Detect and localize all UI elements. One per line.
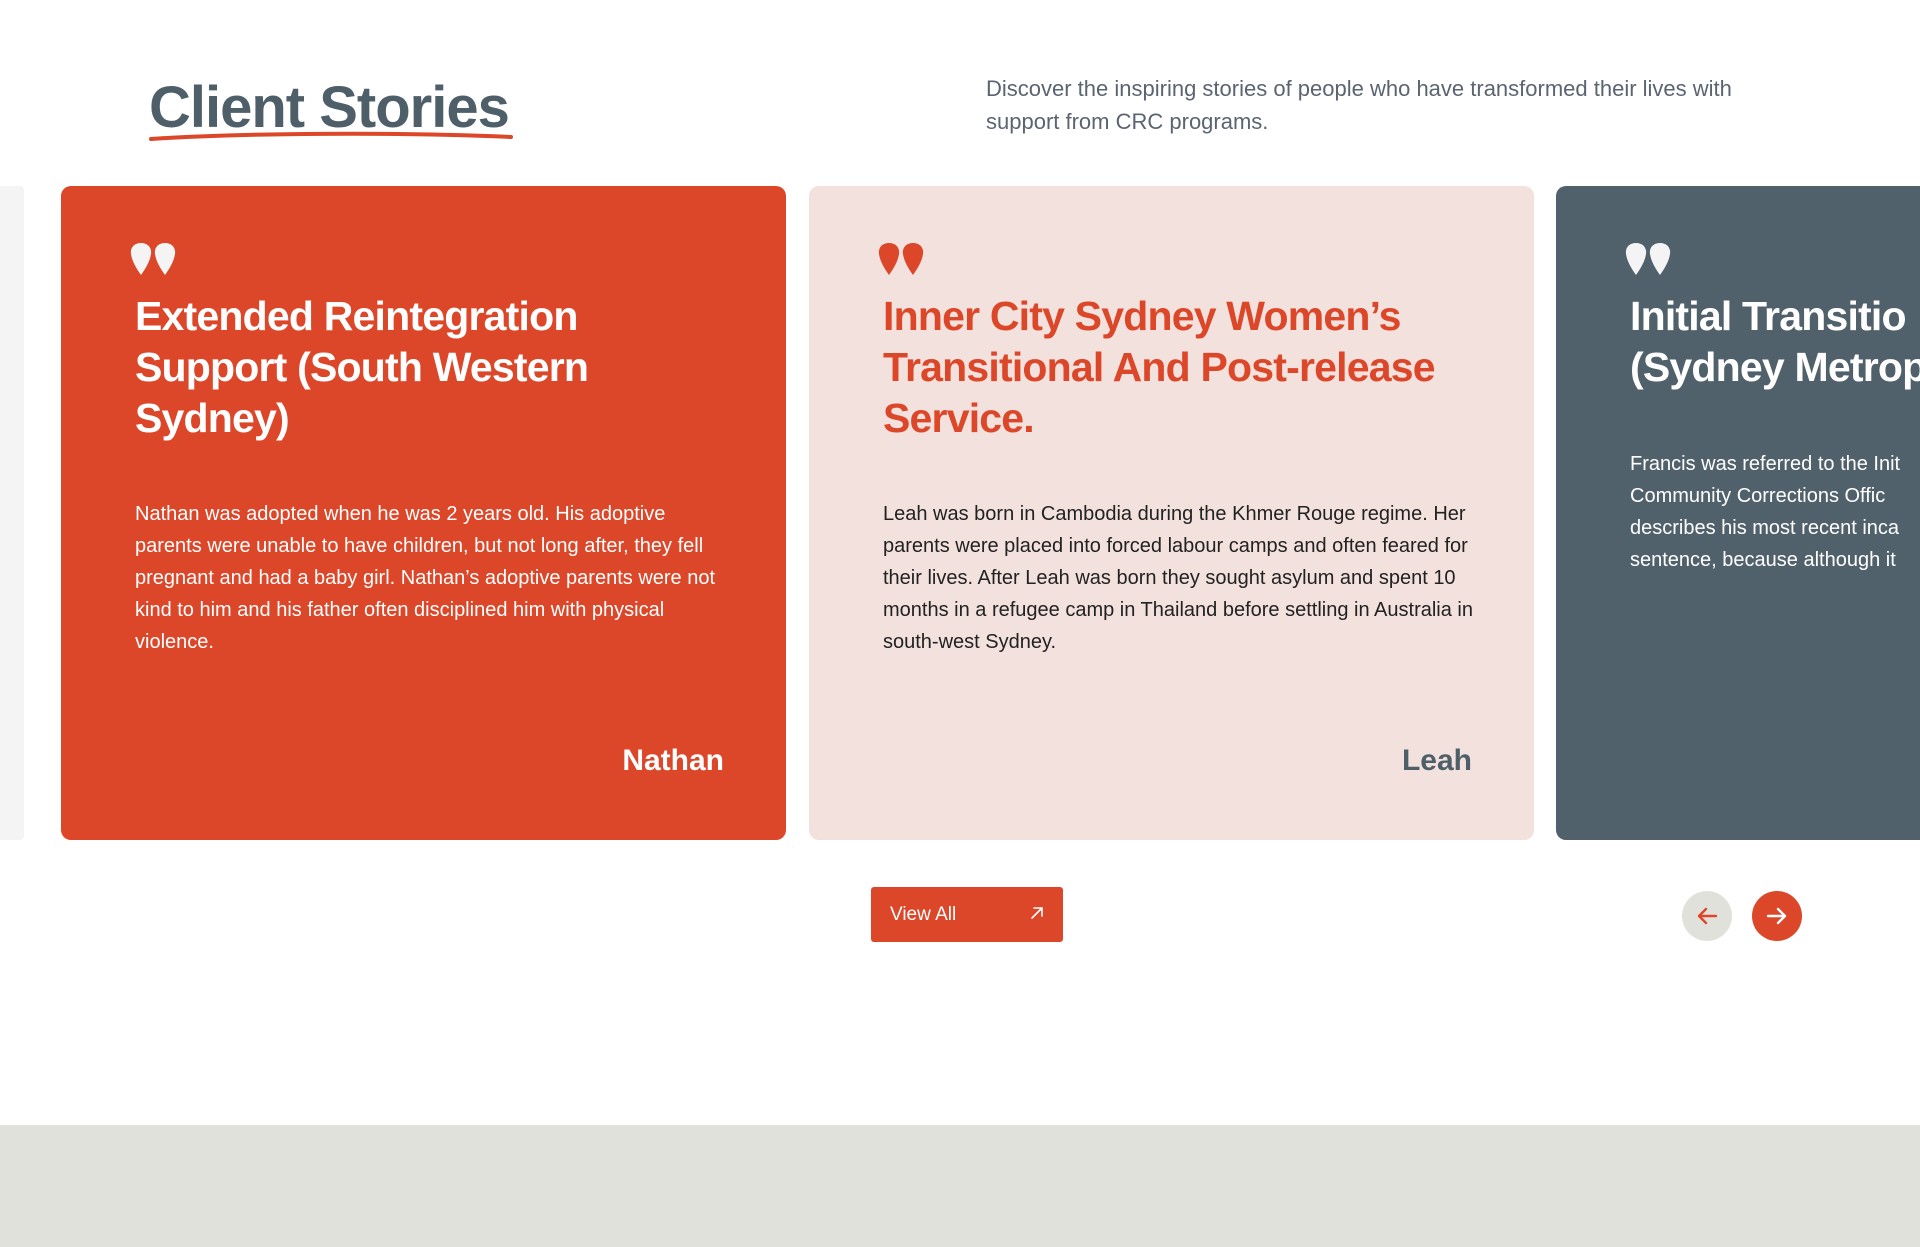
story-excerpt-line: sentence, because although it — [1630, 549, 1896, 571]
quote-icon — [1625, 243, 1671, 275]
arrow-left-icon — [1697, 907, 1718, 925]
story-card-previous-partial[interactable] — [0, 186, 24, 840]
story-excerpt-line: Francis was referred to the Init — [1630, 453, 1901, 475]
footer-band — [0, 1125, 1920, 1247]
story-author: Leah — [1401, 744, 1472, 777]
story-author: Nathan — [622, 744, 724, 777]
story-card-nathan[interactable]: Extended Reintegration Support (South We… — [61, 186, 786, 840]
quote-icon — [878, 243, 924, 275]
story-title-line: (Sydney Metrop — [1630, 344, 1920, 390]
story-title: Inner City Sydney Women’s Transitional A… — [883, 293, 1436, 441]
story-title: Extended Reintegration Support (South We… — [135, 293, 589, 441]
carousel-next-button[interactable] — [1752, 891, 1802, 941]
view-all-label: View All — [890, 903, 957, 925]
view-all-button[interactable]: View All — [871, 887, 1063, 942]
story-excerpt-line: describes his most recent inca — [1630, 517, 1900, 539]
story-title: Initial Transitio (Sydney Metrop — [1630, 291, 1920, 393]
story-excerpt: Nathan was adopted when he was 2 years o… — [135, 503, 716, 653]
arrow-right-icon — [1766, 907, 1787, 925]
story-title-line: Initial Transitio — [1630, 293, 1907, 339]
story-excerpt: Francis was referred to the Init Communi… — [1630, 448, 1920, 576]
arrow-up-right-icon — [1031, 907, 1043, 919]
story-excerpt: Leah was born in Cambodia during the Khm… — [883, 503, 1473, 653]
quote-icon — [130, 243, 176, 275]
carousel-prev-button[interactable] — [1682, 891, 1732, 941]
story-card-leah[interactable]: Inner City Sydney Women’s Transitional A… — [809, 186, 1534, 840]
section-intro: Discover the inspiring stories of people… — [986, 76, 1732, 134]
story-card-francis-partial[interactable]: Initial Transitio (Sydney Metrop Francis… — [1556, 186, 1920, 840]
title-underline-decoration — [149, 131, 513, 141]
story-excerpt-line: Community Corrections Offic — [1630, 485, 1886, 507]
